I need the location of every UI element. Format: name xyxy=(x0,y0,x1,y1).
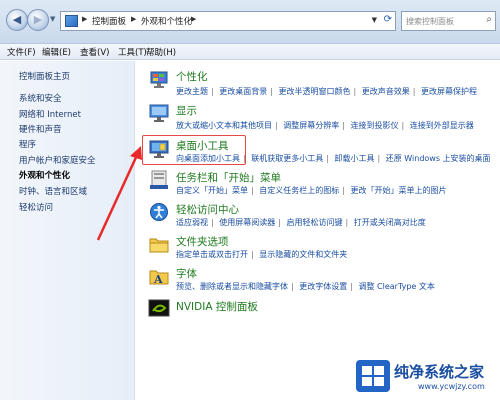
link-uninstall-gadget[interactable]: 卸载小工具 xyxy=(335,154,375,163)
sidebar-item-system-security[interactable]: 系统和安全 xyxy=(19,92,62,104)
link-change-background[interactable]: 更改桌面背景 xyxy=(219,87,267,96)
watermark-url: www.ycwjzy.com xyxy=(418,382,485,391)
search-icon[interactable]: ⌕ xyxy=(486,14,492,25)
link-text-size[interactable]: 放大或缩小文本和其他项目 xyxy=(176,121,272,130)
link-change-start-picture[interactable]: 更改「开始」菜单上的图片 xyxy=(351,186,447,195)
link-screen-reader[interactable]: 使用屏幕阅读器 xyxy=(219,218,275,227)
sidebar-item-network[interactable]: 网络和 Internet xyxy=(19,108,81,120)
link-preview-fonts[interactable]: 预览、删除或者显示和隐藏字体 xyxy=(176,282,288,291)
sidebar-item-user-accounts[interactable]: 用户帐户和家庭安全 xyxy=(19,154,96,166)
link-font-settings[interactable]: 更改字体设置 xyxy=(299,282,347,291)
category-links-fonts: 预览、删除或者显示和隐藏字体 | 更改字体设置 | 调整 ClearType 文本 xyxy=(176,282,435,291)
link-change-theme[interactable]: 更改主题 xyxy=(176,87,208,96)
category-title-folder-options[interactable]: 文件夹选项 xyxy=(176,234,229,249)
svg-text:A: A xyxy=(153,273,163,286)
link-single-double-click[interactable]: 指定单击或双击打开 xyxy=(176,250,248,259)
breadcrumb-separator-icon[interactable]: ▶ xyxy=(82,15,87,23)
menu-edit[interactable]: 编辑(E) xyxy=(42,46,71,58)
category-links-personalization: 更改主题 | 更改桌面背景 | 更改半透明窗口颜色 | 更改声音效果 | 更改屏幕保护程 xyxy=(176,87,477,96)
forward-button[interactable]: ▶ xyxy=(27,9,49,31)
personalization-icon[interactable] xyxy=(148,69,170,89)
category-links-folder-options: 指定单击或双击打开 | 显示隐藏的文件和文件夹 xyxy=(176,250,348,259)
link-customize-taskbar-icons[interactable]: 自定义任务栏上的图标 xyxy=(259,186,339,195)
search-placeholder: 搜索控制面板 xyxy=(406,17,454,26)
breadcrumb-separator-icon[interactable]: ▶ xyxy=(131,15,136,23)
link-customize-start-menu[interactable]: 自定义「开始」菜单 xyxy=(176,186,248,195)
taskbar-icon[interactable] xyxy=(148,170,170,190)
sidebar-item-ease-of-access[interactable]: 轻松访问 xyxy=(19,201,53,213)
control-panel-icon xyxy=(65,15,78,27)
category-links-display: 放大或缩小文本和其他项目 | 调整屏幕分辨率 | 连接到投影仪 | 连接到外部显示器 xyxy=(176,121,474,130)
address-dropdown-icon[interactable]: ▼ xyxy=(372,16,377,24)
link-low-vision[interactable]: 适应弱视 xyxy=(176,218,208,227)
category-title-display[interactable]: 显示 xyxy=(176,103,197,118)
category-title-fonts[interactable]: 字体 xyxy=(176,266,197,281)
back-button[interactable]: ◀ xyxy=(6,9,28,31)
address-bar: ◀ ▶ ▼ ▶ 控制面板 ▶ 外观和个性化 ▶ ▼ ⟳ 搜索控制面板 ⌕ xyxy=(0,0,500,44)
category-title-ease-of-access[interactable]: 轻松访问中心 xyxy=(176,202,239,217)
watermark-title: 纯净系统之家 xyxy=(394,363,485,381)
link-external-display[interactable]: 连接到外部显示器 xyxy=(410,121,474,130)
menu-help[interactable]: 帮助(H) xyxy=(146,46,176,58)
sidebar-item-appearance[interactable]: 外观和个性化 xyxy=(19,169,70,181)
category-links-taskbar: 自定义「开始」菜单 | 自定义任务栏上的图标 | 更改「开始」菜单上的图片 xyxy=(176,186,447,195)
menu-view[interactable]: 查看(V) xyxy=(80,46,109,58)
link-show-hidden-files[interactable]: 显示隐藏的文件和文件夹 xyxy=(259,250,347,259)
refresh-icon[interactable]: ⟳ xyxy=(384,14,392,25)
watermark-logo-icon xyxy=(356,360,390,392)
menu-tools[interactable]: 工具(T) xyxy=(118,46,147,58)
ease-of-access-icon[interactable] xyxy=(148,202,170,222)
link-change-window-color[interactable]: 更改半透明窗口颜色 xyxy=(279,87,351,96)
search-input[interactable]: 搜索控制面板 ⌕ xyxy=(401,11,496,31)
link-cleartype[interactable]: 调整 ClearType 文本 xyxy=(359,282,435,291)
category-links-ease-of-access: 适应弱视 | 使用屏幕阅读器 | 启用轻松访问键 | 打开或关闭高对比度 xyxy=(176,218,426,227)
menu-file[interactable]: 文件(F) xyxy=(7,46,36,58)
link-projector[interactable]: 连接到投影仪 xyxy=(351,121,399,130)
address-field[interactable]: ▶ 控制面板 ▶ 外观和个性化 ▶ ▼ ⟳ xyxy=(60,11,396,31)
nvidia-icon[interactable] xyxy=(148,298,170,318)
sidebar-item-hardware-sound[interactable]: 硬件和声音 xyxy=(19,123,62,135)
sidebar-item-programs[interactable]: 程序 xyxy=(19,138,36,150)
link-high-contrast[interactable]: 打开或关闭高对比度 xyxy=(354,218,426,227)
main-content: 个性化 更改主题 | 更改桌面背景 | 更改半透明窗口颜色 | 更改声音效果 | 更改屏… xyxy=(136,61,500,400)
breadcrumb-control-panel[interactable]: 控制面板 xyxy=(92,15,126,27)
watermark: 纯净系统之家 www.ycwjzy.com xyxy=(356,360,496,396)
link-change-sounds[interactable]: 更改声音效果 xyxy=(362,87,410,96)
folder-options-icon[interactable] xyxy=(148,234,170,254)
display-icon[interactable] xyxy=(148,103,170,123)
highlight-desktop-gadgets xyxy=(142,135,246,165)
link-resolution[interactable]: 调整屏幕分辨率 xyxy=(283,121,339,130)
category-title-personalization[interactable]: 个性化 xyxy=(176,69,208,84)
history-dropdown-icon[interactable]: ▼ xyxy=(50,15,55,23)
fonts-icon[interactable]: A xyxy=(148,266,170,286)
link-restore-gadgets[interactable]: 还原 Windows 上安装的桌面 xyxy=(386,154,491,163)
breadcrumb-separator-icon[interactable]: ▶ xyxy=(191,15,196,23)
link-change-screensaver[interactable]: 更改屏幕保护程 xyxy=(421,87,477,96)
sidebar-item-home[interactable]: 控制面板主页 xyxy=(19,70,70,82)
link-access-keys[interactable]: 启用轻松访问键 xyxy=(287,218,343,227)
category-title-nvidia[interactable]: NVIDIA 控制面板 xyxy=(176,299,258,314)
link-get-more-gadgets[interactable]: 联机获取更多小工具 xyxy=(251,154,323,163)
category-title-taskbar[interactable]: 任务栏和「开始」菜单 xyxy=(176,170,281,185)
sidebar-item-clock-region[interactable]: 时钟、语言和区域 xyxy=(19,185,87,197)
breadcrumb-appearance[interactable]: 外观和个性化 xyxy=(141,15,192,27)
menu-bar: 文件(F) 编辑(E) 查看(V) 工具(T) 帮助(H) xyxy=(0,44,500,60)
sidebar: 控制面板主页 系统和安全 网络和 Internet 硬件和声音 程序 用户帐户和… xyxy=(0,61,135,400)
